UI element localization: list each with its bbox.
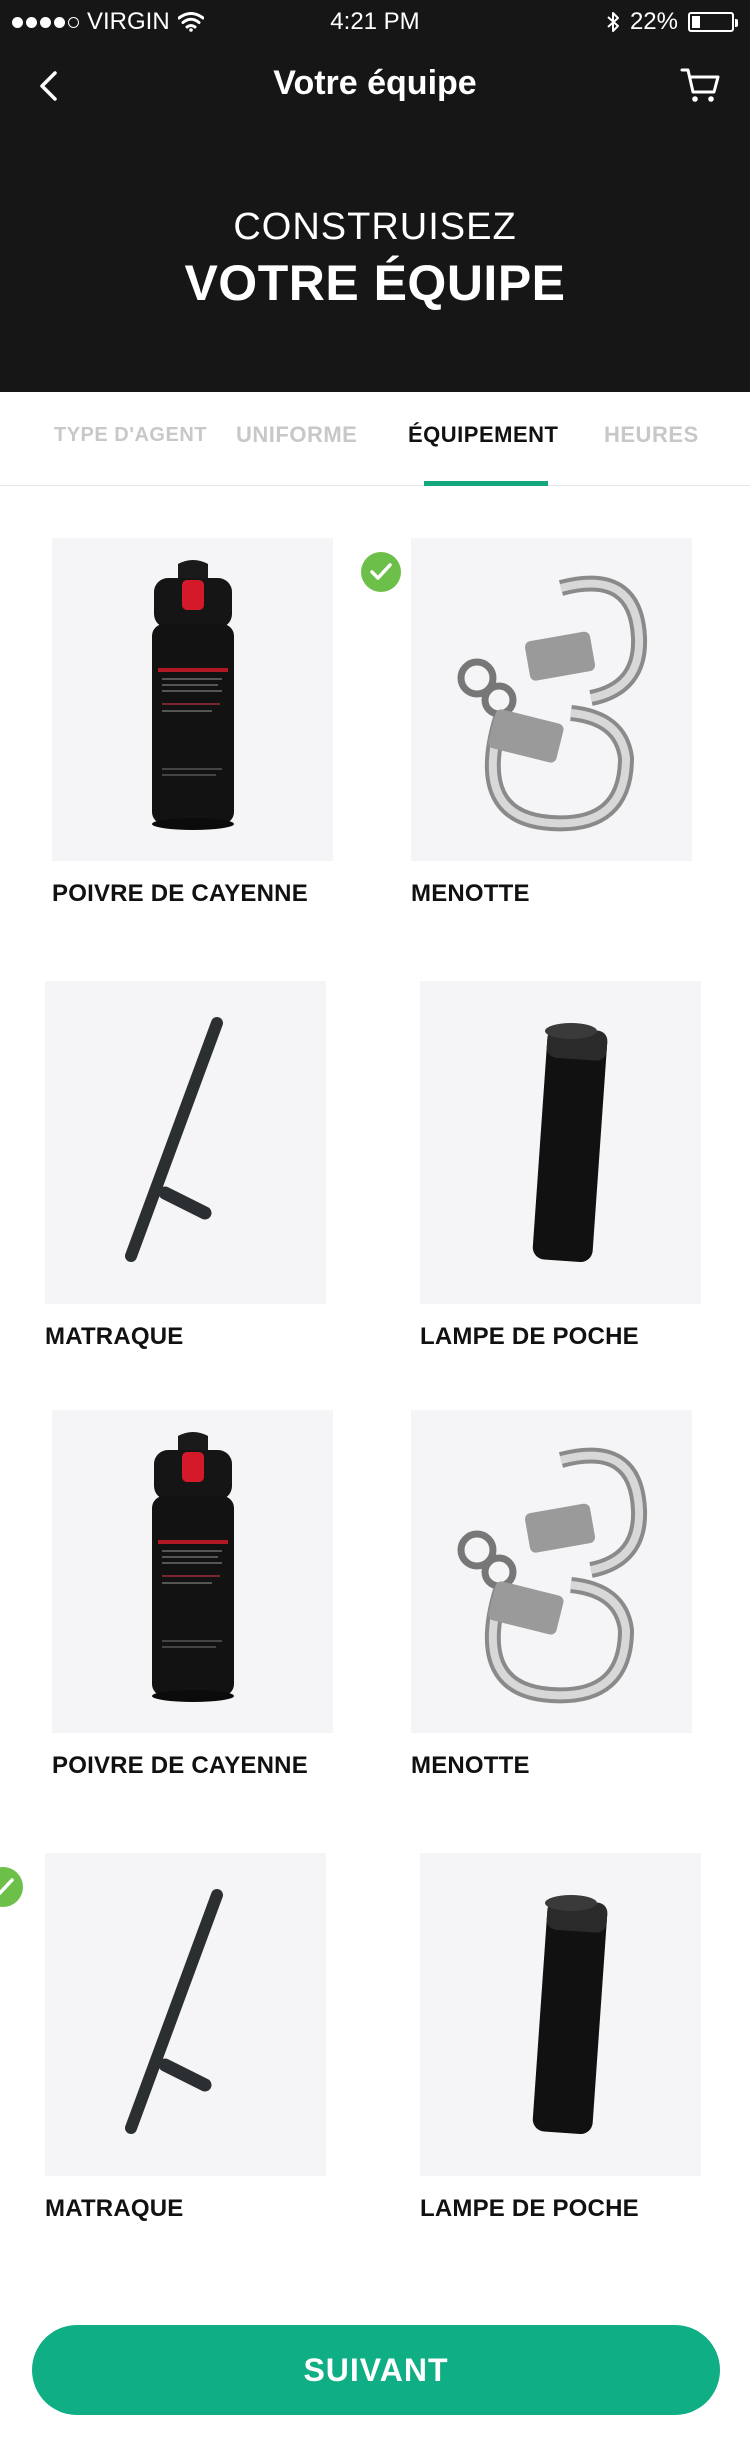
item-thumbnail [411, 538, 692, 861]
pepper-spray-image [152, 560, 234, 830]
tab-type-agent[interactable]: TYPE D'AGENT [54, 424, 207, 447]
page-title: Votre équipe [273, 64, 477, 102]
tab-heures[interactable]: HEURES [604, 422, 699, 448]
active-tab-indicator [424, 481, 548, 486]
battery-percent: 22% [629, 8, 678, 35]
status-bar: VIRGIN 4:21 PM 22% [0, 0, 750, 44]
flashlight-image [532, 1023, 608, 1263]
hero-subtitle: CONSTRUISEZ [233, 206, 517, 248]
item-label: POIVRE DE CAYENNE [52, 880, 308, 907]
selected-check-icon [0, 1867, 23, 1907]
baton-image [125, 1889, 223, 2134]
item-label: LAMPE DE POCHE [420, 1323, 639, 1350]
next-button[interactable]: SUIVANT [32, 2325, 720, 2415]
item-thumbnail [45, 981, 326, 1304]
selected-check-icon [361, 552, 401, 592]
step-tabs: TYPE D'AGENT UNIFORME ÉQUIPEMENT HEURES [0, 392, 750, 486]
item-thumbnail [52, 1410, 333, 1733]
nav-bar: Votre équipe [0, 44, 750, 130]
item-thumbnail [411, 1410, 692, 1733]
top-bar: VIRGIN 4:21 PM 22% Votre équipe [0, 0, 750, 130]
bluetooth-icon [607, 12, 619, 32]
cart-button[interactable] [678, 62, 724, 108]
cart-icon [680, 68, 720, 102]
baton-image [125, 1017, 223, 1262]
handcuffs-image [457, 575, 648, 832]
hero-title: VOTRE ÉQUIPE [184, 255, 566, 311]
battery-icon [688, 12, 738, 32]
status-right: 22% [606, 8, 738, 36]
item-label: MATRAQUE [45, 2195, 184, 2222]
item-label: MENOTTE [411, 1752, 530, 1779]
item-label: POIVRE DE CAYENNE [52, 1752, 308, 1779]
item-label: MENOTTE [411, 880, 530, 907]
flashlight-image [532, 1895, 608, 2135]
item-thumbnail [420, 981, 701, 1304]
item-label: LAMPE DE POCHE [420, 2195, 639, 2222]
item-thumbnail [52, 538, 333, 861]
handcuffs-image [457, 1447, 648, 1704]
pepper-spray-image [152, 1432, 234, 1702]
item-thumbnail [420, 1853, 701, 2176]
item-label: MATRAQUE [45, 1323, 184, 1350]
hero-banner: CONSTRUISEZ VOTRE ÉQUIPE [0, 130, 750, 392]
item-thumbnail [45, 1853, 326, 2176]
tab-uniforme[interactable]: UNIFORME [236, 422, 357, 448]
tab-equipement[interactable]: ÉQUIPEMENT [408, 422, 558, 448]
